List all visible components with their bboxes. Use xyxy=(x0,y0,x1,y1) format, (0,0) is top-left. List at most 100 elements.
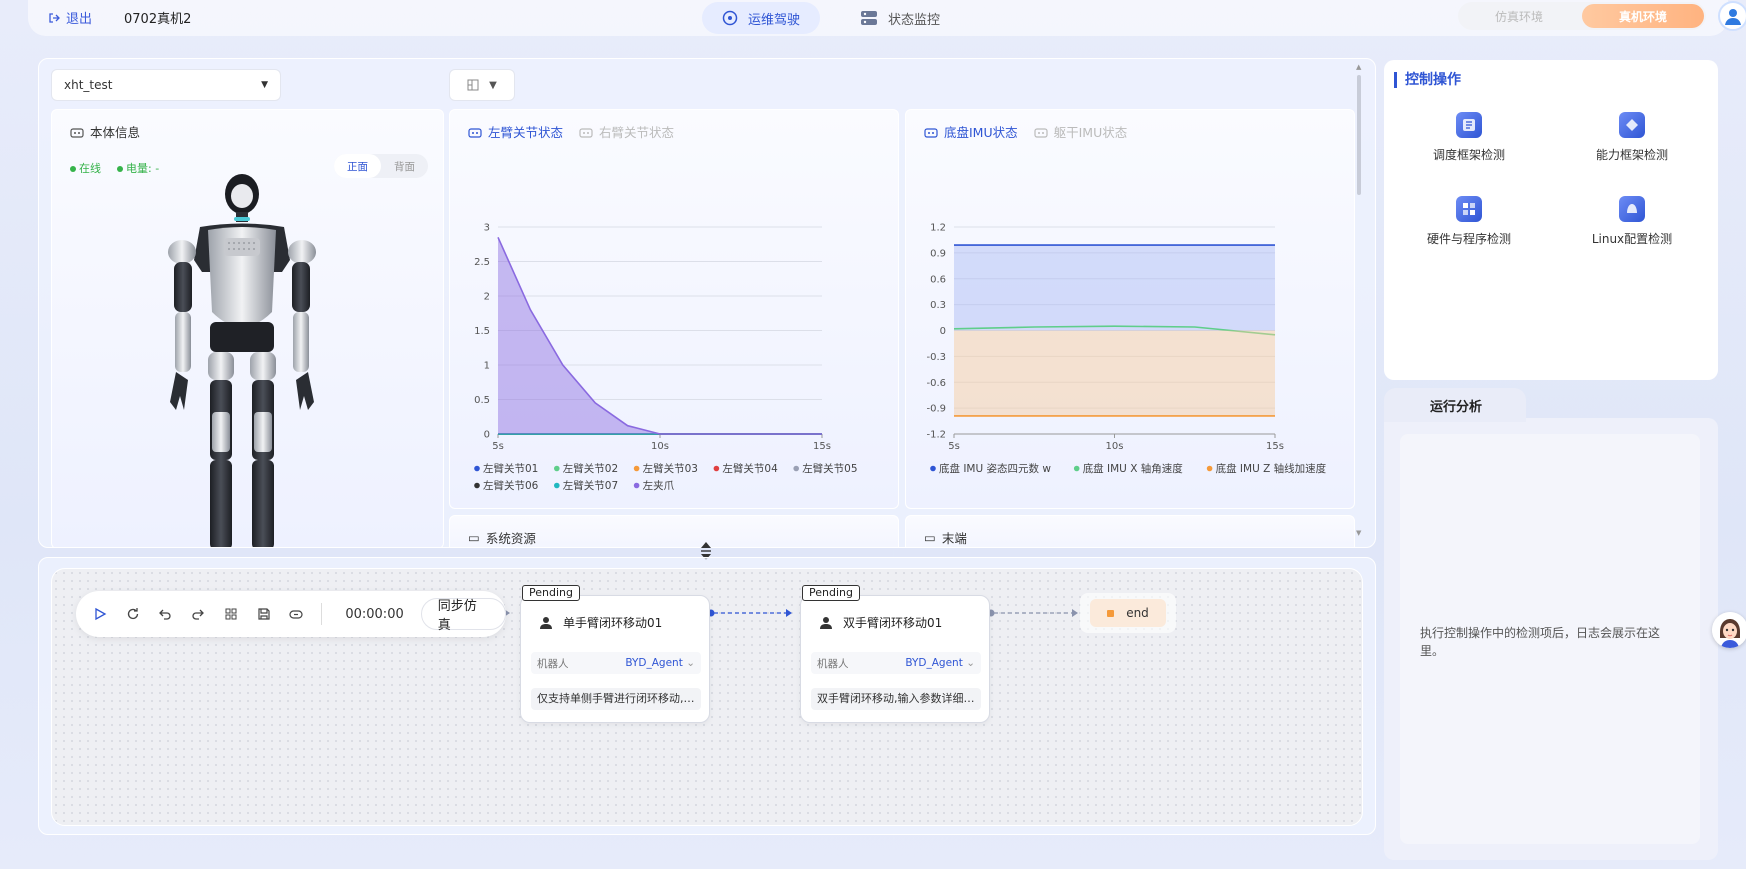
end-effector-label: 末端 xyxy=(941,531,967,546)
run-timer: 00:00:00 xyxy=(345,606,404,622)
legend-marker xyxy=(1073,465,1080,472)
assistant-icon xyxy=(1712,612,1746,648)
robot-illustration xyxy=(168,174,316,547)
control-title: 控制操作 xyxy=(1394,72,1461,88)
node-status-badge: Pending xyxy=(522,585,580,601)
arm-joint-chart: 0 0.5 1 1.5 2 2.5 3 5s 10s 15s 左臂关节01 左臂关节02 左臂关节03 左… xyxy=(474,223,857,493)
chip-icon: ▭ xyxy=(468,530,480,545)
hardware-icon xyxy=(1456,196,1482,222)
scroll-thumb[interactable] xyxy=(1357,75,1361,195)
view-back-button[interactable]: 背面 xyxy=(381,154,428,178)
workflow-canvas[interactable]: 00:00:00 同步仿真 Pending 单手臂闭环移动01 机器人 BYD_… xyxy=(51,568,1363,826)
exit-icon xyxy=(49,12,60,23)
y-tick-label: 0.3 xyxy=(930,300,946,311)
y-tick-label: 0 xyxy=(940,326,946,337)
legend-marker xyxy=(1206,465,1213,472)
workflow-node[interactable]: Pending 双手臂闭环移动01 机器人 BYD_Agent ⌄ 双手臂闭环移… xyxy=(800,585,990,723)
linux-config-label: Linux配置检测 xyxy=(1591,232,1673,246)
monitor-panel: xht_test ▼ ▼ 本体信息 在线 电量: - 正面 背面 左臂关节状态 … xyxy=(38,58,1376,548)
tab-ops-driving[interactable]: 运维驾驶 xyxy=(702,2,821,34)
sync-simulation-button[interactable]: 同步仿真 xyxy=(420,598,506,633)
legend-marker xyxy=(554,482,560,489)
legend-label: 左臂关节05 xyxy=(802,462,857,475)
legend-label: 左臂关节04 xyxy=(722,462,778,475)
legend-label: 底盘 IMU 姿态四元数 w xyxy=(939,462,1051,475)
x-tick-label: 15s xyxy=(813,441,831,452)
capability-framework-check[interactable]: 能力框架检测 xyxy=(1567,112,1697,163)
scroll-down-icon: ▼ xyxy=(1356,529,1362,537)
linux-icon xyxy=(1619,196,1645,222)
assistant-avatar[interactable] xyxy=(1712,612,1746,648)
body-info-title: 本体信息 xyxy=(70,122,140,141)
legend-label: 左臂关节06 xyxy=(483,479,539,492)
imu-chart-card: 底盘IMU状态 躯干IMU状态 -1.2 -0.9 -0.6 -0.3 0 0.3 0.6 0… xyxy=(905,109,1355,509)
undo-icon[interactable] xyxy=(158,606,174,622)
legend-label: 左夹爪 xyxy=(643,479,675,492)
linux-config-check[interactable]: Linux配置检测 xyxy=(1567,196,1697,247)
legend-marker xyxy=(633,482,640,489)
tab-status-monitor[interactable]: 状态监控 xyxy=(840,2,960,34)
tab-run-analysis[interactable]: 运行分析 xyxy=(1384,388,1526,422)
x-tick-label: 10s xyxy=(1106,441,1124,452)
legend-marker xyxy=(554,465,560,472)
arm-joint-chart-card: 左臂关节状态 右臂关节状态 0 0.5 1 1.5 2 2.5 3 5s 10s 15s 左臂关节0… xyxy=(449,109,899,509)
top-bar: 退出 0702真机2 运维驾驶 状态监控 仿真环境 真机环境 xyxy=(28,0,1746,36)
workflow-node[interactable]: Pending 单手臂闭环移动01 机器人 BYD_Agent ⌄ 仅支持单侧手… xyxy=(520,585,710,723)
capability-icon xyxy=(1619,112,1645,138)
layout-button[interactable]: ▼ xyxy=(449,69,515,101)
online-label: 在线 xyxy=(79,162,101,175)
tab-status-monitor-label: 状态监控 xyxy=(888,12,941,28)
node-description: 仅支持单侧手臂进行闭环移动,输入参数详细 xyxy=(531,688,701,710)
system-resource-card: ▭ 系统资源 xyxy=(449,515,899,547)
end-effector-card: ▭ 末端 xyxy=(905,515,1355,547)
legend-marker xyxy=(633,465,640,472)
workflow-toolbar: 00:00:00 同步仿真 xyxy=(76,591,506,637)
series-area xyxy=(498,237,822,434)
robot-select[interactable]: xht_test ▼ xyxy=(51,69,281,101)
imu-chart: -1.2 -0.9 -0.6 -0.3 0 0.3 0.6 0.9 1.2 5s 10s 15s 底盘 … xyxy=(926,223,1327,476)
end-node[interactable]: end xyxy=(1080,593,1176,633)
node-robot-select[interactable]: 机器人 BYD_Agent ⌄ xyxy=(531,652,701,674)
legend-label: 左臂关节07 xyxy=(563,479,618,492)
y-tick-label: 1.5 xyxy=(474,326,490,337)
operator-icon xyxy=(820,616,832,629)
save-icon[interactable] xyxy=(256,606,272,622)
legend-label: 左臂关节01 xyxy=(483,462,538,475)
environment-switch: 仿真环境 真机环境 xyxy=(1458,2,1706,30)
legend-marker xyxy=(930,465,936,472)
body-info-title-text: 本体信息 xyxy=(90,125,141,140)
server-icon xyxy=(861,11,877,25)
workflow-panel: 00:00:00 同步仿真 Pending 单手臂闭环移动01 机器人 BYD_… xyxy=(38,557,1376,835)
redo-icon[interactable] xyxy=(190,606,206,622)
y-tick-label: 3 xyxy=(484,223,490,234)
log-area: 执行控制操作中的检测项后，日志会展示在这里。 xyxy=(1400,434,1700,844)
robot-icon xyxy=(70,127,84,138)
capability-framework-label: 能力框架检测 xyxy=(1595,148,1668,162)
schedule-framework-check[interactable]: 调度框架检测 xyxy=(1404,112,1534,163)
play-icon[interactable] xyxy=(92,606,108,622)
end-effector-title: ▭ 末端 xyxy=(924,528,967,547)
node-robot-label: 机器人 xyxy=(817,657,849,670)
exit-button[interactable]: 退出 xyxy=(48,8,92,27)
log-empty-message: 执行控制操作中的检测项后，日志会展示在这里。 xyxy=(1420,626,1661,658)
legend-label: 底盘 IMU Z 轴线加速度 xyxy=(1216,462,1327,475)
node-robot-select[interactable]: 机器人 BYD_Agent ⌄ xyxy=(811,652,981,674)
view-toggle: 正面 背面 xyxy=(334,154,428,178)
link-icon[interactable] xyxy=(289,606,305,622)
node-title: 双手臂闭环移动01 xyxy=(843,616,943,630)
env-real-button[interactable]: 真机环境 xyxy=(1582,4,1704,28)
scroll-up-icon: ▲ xyxy=(1356,63,1362,71)
hardware-program-check[interactable]: 硬件与程序检测 xyxy=(1404,196,1534,247)
monitor-scrollbar[interactable]: ▲ ▼ xyxy=(1355,63,1363,537)
gripper-icon: ▭ xyxy=(924,530,936,545)
refresh-icon[interactable] xyxy=(125,606,141,622)
user-avatar[interactable] xyxy=(1718,1,1746,31)
x-tick-label: 5s xyxy=(948,441,960,452)
env-sim-button[interactable]: 仿真环境 xyxy=(1458,2,1580,30)
end-node-label: end xyxy=(1126,606,1149,620)
grid-icon[interactable] xyxy=(223,606,239,622)
schedule-icon xyxy=(1456,112,1482,138)
y-tick-label: 0.9 xyxy=(930,248,946,259)
node-status-badge: Pending xyxy=(802,585,860,601)
control-panel: 控制操作 调度框架检测 能力框架检测 硬件与程序检测 Linux配置检测 xyxy=(1384,60,1718,380)
